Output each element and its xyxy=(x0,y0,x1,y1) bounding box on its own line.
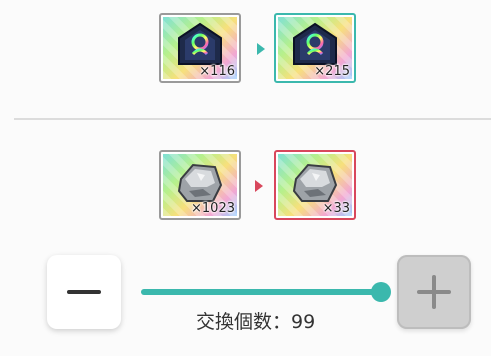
source-count: ×1023 xyxy=(191,201,235,216)
minus-icon xyxy=(67,290,101,294)
source-item-slot: ×1023 xyxy=(159,150,241,220)
slider-thumb[interactable] xyxy=(371,282,391,302)
target-item-slot: ×215 xyxy=(274,13,356,83)
plus-icon xyxy=(417,275,451,309)
target-count: ×215 xyxy=(314,64,350,79)
target-count: ×33 xyxy=(322,201,350,216)
target-item-slot: ×33 xyxy=(274,150,356,220)
decrease-quantity-button[interactable] xyxy=(47,255,121,329)
source-count: ×116 xyxy=(199,64,235,79)
arrow-right-icon xyxy=(257,43,265,55)
exchange-row-1: ×116 ×215 xyxy=(0,0,491,118)
exchange-row-2: ×1023 ×33 xyxy=(0,120,491,240)
increase-quantity-button[interactable] xyxy=(397,255,471,329)
slider-fill xyxy=(141,289,381,295)
source-item-slot: ×116 xyxy=(159,13,241,83)
arrow-right-icon xyxy=(255,180,263,192)
quantity-slider[interactable] xyxy=(141,282,391,302)
exchange-quantity-label: 交換個数：99 xyxy=(196,311,316,333)
